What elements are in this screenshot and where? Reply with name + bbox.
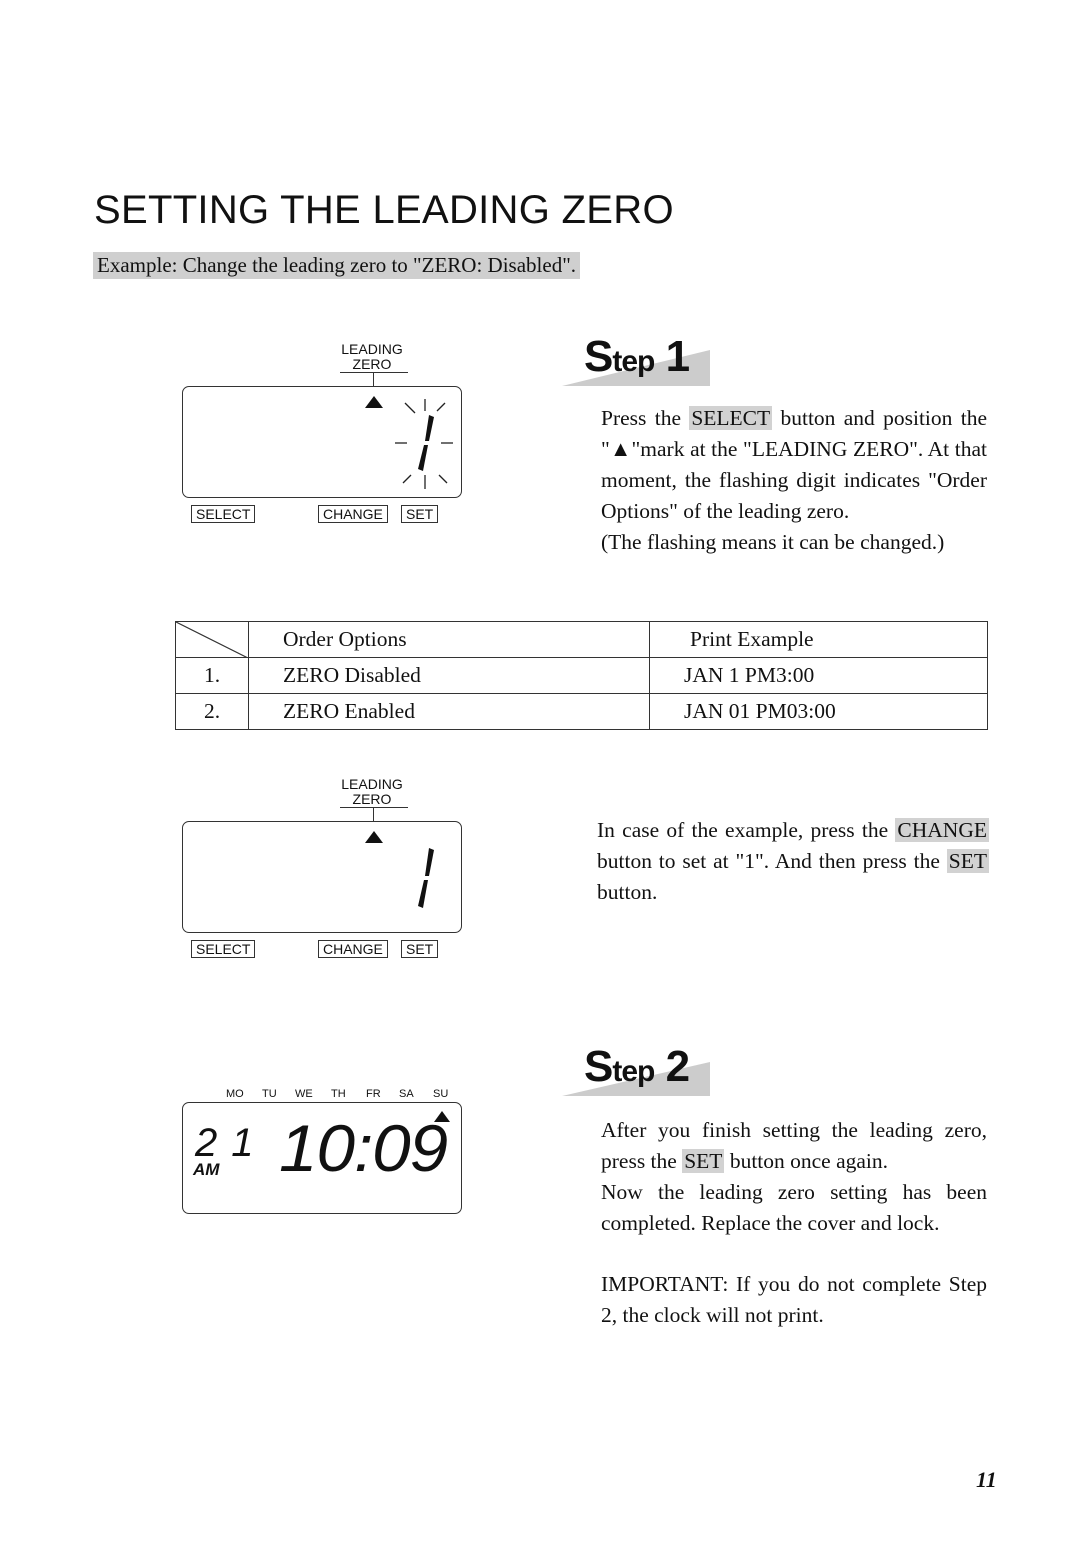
step-2-paragraph: After you finish setting the leading zer… (601, 1115, 987, 1177)
set-button[interactable]: SET (401, 505, 439, 523)
change-instructions: In case of the example, press the CHANGE… (597, 815, 989, 908)
step-1-badge: Step 1 (562, 332, 712, 388)
date-digits: 21 (195, 1121, 268, 1165)
day-tu: TU (262, 1088, 277, 1100)
label-pointer-line (373, 807, 374, 821)
diagonal-line (176, 622, 248, 658)
text-segment: In case of the example, press the (597, 818, 896, 842)
label-line-2: ZERO (352, 356, 392, 372)
lcd-screen (182, 386, 462, 498)
step-1-instructions: Press the SELECT button and position the… (601, 403, 987, 558)
set-highlight: SET (946, 849, 989, 873)
row-number: 2. (175, 693, 249, 730)
flashing-digit-one (395, 399, 453, 489)
page-number: 11 (976, 1467, 997, 1492)
step-1-paragraph: Press the SELECT button and position the… (601, 403, 987, 527)
lcd-screen: 21 AM 10:09 (182, 1102, 462, 1214)
page-title: SETTING THE LEADING ZERO (94, 188, 674, 232)
day-labels: MO TU WE TH FR SA SU (170, 1088, 470, 1102)
digit-one (418, 848, 434, 908)
step-initial: S (584, 1042, 613, 1091)
change-highlight: CHANGE (895, 818, 989, 842)
step-word: tep (612, 1055, 655, 1088)
label-line-1: LEADING (341, 341, 403, 357)
label-underline (340, 372, 408, 373)
label-line-2: ZERO (352, 791, 392, 807)
leading-zero-label: LEADING ZERO (334, 777, 410, 807)
label-underline (340, 807, 408, 808)
step-2-label: Step 2 (584, 1042, 691, 1092)
row-option: ZERO Enabled (248, 693, 650, 730)
text-segment: button to set at "1". And then press the (597, 849, 947, 873)
change-paragraph: In case of the example, press the CHANGE… (597, 815, 989, 908)
select-highlight: SELECT (689, 406, 773, 430)
lcd-screen (182, 821, 462, 933)
label-line-1: LEADING (341, 776, 403, 792)
header-order-options: Order Options (248, 621, 650, 658)
lcd-display-step1: LEADING ZERO SELECT CHANGE SET (170, 338, 470, 538)
step-2-badge: Step 2 (562, 1042, 712, 1098)
text-segment: Press the (601, 406, 690, 430)
diagonal-header-cell (175, 621, 249, 658)
triangle-up-icon (365, 396, 383, 408)
leading-zero-label: LEADING ZERO (334, 342, 410, 372)
row-example: JAN 01 PM03:00 (649, 693, 988, 730)
change-button[interactable]: CHANGE (318, 940, 388, 958)
step-number: 1 (665, 332, 691, 381)
text-segment: button. (597, 880, 658, 904)
day-mo: MO (226, 1088, 244, 1100)
step-2-completion: Now the leading zero setting has been co… (601, 1180, 987, 1235)
day-th: TH (331, 1088, 346, 1100)
set-button[interactable]: SET (401, 940, 439, 958)
lcd-display-change: LEADING ZERO SELECT CHANGE SET (170, 773, 470, 973)
table-header-row: Order Options Print Example (175, 621, 988, 658)
ampm-indicator: AM (193, 1160, 220, 1179)
day-su: SU (433, 1088, 449, 1100)
step-1-note: (The flashing means it can be changed.) (601, 530, 945, 554)
table-row: 1. ZERO Disabled JAN 1 PM3:00 (175, 657, 988, 694)
day-sa: SA (399, 1088, 414, 1100)
step-number: 2 (665, 1042, 691, 1091)
day-fr: FR (366, 1088, 381, 1100)
select-button[interactable]: SELECT (191, 505, 256, 523)
example-banner: Example: Change the leading zero to "ZER… (93, 252, 581, 279)
text-segment: button once again. (724, 1149, 889, 1173)
step-2-instructions: After you finish setting the leading zer… (601, 1115, 987, 1331)
step-initial: S (584, 332, 613, 381)
time-display: 10:09 (279, 1111, 448, 1185)
header-print-example: Print Example (649, 621, 988, 658)
label-pointer-line (373, 372, 374, 386)
important-note: IMPORTANT: If you do not complete Step 2… (601, 1272, 987, 1327)
table-row: 2. ZERO Enabled JAN 01 PM03:00 (175, 693, 988, 730)
order-options-table: Order Options Print Example 1. ZERO Disa… (175, 621, 988, 730)
step-1-label: Step 1 (584, 332, 691, 382)
row-number: 1. (175, 657, 249, 694)
triangle-up-icon (365, 831, 383, 843)
step-word: tep (612, 345, 655, 378)
day-we: WE (295, 1088, 313, 1100)
set-highlight: SET (682, 1149, 725, 1173)
row-example: JAN 1 PM3:00 (649, 657, 988, 694)
change-button[interactable]: CHANGE (318, 505, 388, 523)
select-button[interactable]: SELECT (191, 940, 256, 958)
row-option: ZERO Disabled (248, 657, 650, 694)
lcd-display-clock: MO TU WE TH FR SA SU 21 AM 10:09 (170, 1085, 470, 1225)
